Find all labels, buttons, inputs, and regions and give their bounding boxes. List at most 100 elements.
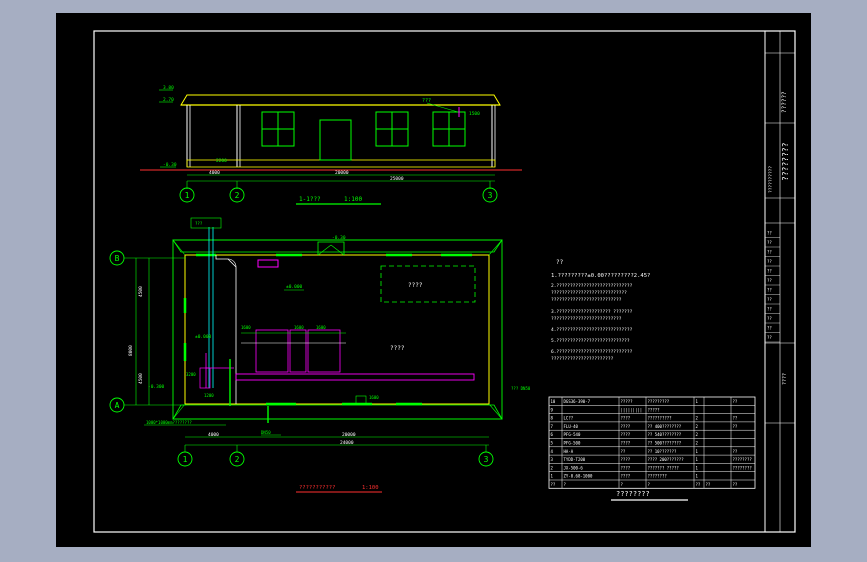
plan-small-tag: ±0.000 xyxy=(195,334,212,340)
table-cell: ???? 200??????? xyxy=(648,457,685,462)
equipment-table: 10 DGS36-390-7?????????????? 1 ?? 9 |||||||||… xyxy=(548,396,756,489)
elevation-dim: 4000 xyxy=(209,170,220,176)
plan-dim: 4000 xyxy=(208,432,219,438)
table-cell: ???????? xyxy=(733,465,753,470)
note-line: ??????????????????????? xyxy=(551,356,614,362)
table-cell: ||||||||| xyxy=(621,407,643,412)
cad-drawing: ??? 1500 3.80 2.70 -0.30 2200 4000 20000… xyxy=(93,30,796,533)
table-cell: 2 xyxy=(551,465,554,470)
elevation-plinth xyxy=(186,159,496,168)
plan-dashed-zone xyxy=(380,265,476,303)
note-line: 5.??????????????????????????? xyxy=(551,338,630,344)
table-cell: ?? xyxy=(621,449,626,454)
note-line: 2.???????????????????????????? xyxy=(551,283,633,289)
level-label: 2.70 xyxy=(163,97,174,103)
title-block-company: ?????? xyxy=(781,91,788,113)
elevation-window xyxy=(432,111,466,147)
table-cell: TYDD-T200 xyxy=(564,457,586,462)
table-cell: DGS36-390-7 xyxy=(564,399,591,404)
table-cell: ???? xyxy=(621,432,631,437)
plan-dim: 20000 xyxy=(342,432,356,438)
table-cell: ???? xyxy=(621,441,631,446)
plan-level: -0.300 xyxy=(148,384,165,390)
plan-side-note: 3200 xyxy=(186,372,196,377)
table-cell: ???? xyxy=(621,416,631,421)
elevation-title: 1-1??? xyxy=(299,196,321,203)
axis-label: 2 xyxy=(235,455,240,464)
table-cell: 6 xyxy=(551,432,554,437)
note-line: ???????????????????????????? xyxy=(551,290,627,296)
table-cell: 5 xyxy=(551,441,554,446)
title-block-cell: ?? xyxy=(767,278,772,283)
elevation-scale: 1:100 xyxy=(344,196,362,203)
plan-cabinet xyxy=(289,329,307,373)
table-cell: ???? xyxy=(621,465,631,470)
plan-equipment xyxy=(257,259,279,268)
table-title: ???????? xyxy=(616,490,650,498)
title-block: ???????????????????????? ?????? ????????… xyxy=(764,30,796,533)
table-cell: 8 xyxy=(551,416,554,421)
title-block-cell: ?? xyxy=(767,326,772,331)
table-cell: 1 xyxy=(551,474,554,479)
plan-title: ??????????? xyxy=(299,485,335,491)
table-cell: 1 xyxy=(696,474,699,479)
table-cell: ? xyxy=(564,482,567,487)
table-cell: 10 xyxy=(551,399,556,404)
cabinet-label: 1600 xyxy=(294,325,304,330)
elevation-door xyxy=(319,119,352,161)
cabinet-label: 1600 xyxy=(241,325,251,330)
level-label: -0.30 xyxy=(163,162,177,168)
elevation-dim: 20000 xyxy=(335,170,349,176)
title-block-cell: ?? xyxy=(767,250,772,255)
plan-scale: 1:100 xyxy=(362,485,379,491)
elevation-roof xyxy=(180,94,501,106)
room-main-label: ???? xyxy=(390,345,405,352)
axis-label: 1 xyxy=(185,191,190,200)
note-line: 1.?????????±0.00?????????2.45? xyxy=(551,273,650,279)
note-line: 4.???????????????????????????? xyxy=(551,327,633,333)
table-cell: HA-A xyxy=(564,449,574,454)
table-cell: 2 xyxy=(696,416,699,421)
note-line: ?????????????????????????? xyxy=(551,297,622,303)
elevation-dim: 25000 xyxy=(390,176,404,182)
table-cell: ?? xyxy=(551,482,556,487)
table-cell: 9 xyxy=(551,407,554,412)
plan-view: -0.30 ??? ???? ???? 1600 1600 1600 ±0.00… xyxy=(109,217,531,493)
table-cell: PFG-500 xyxy=(564,441,581,446)
plan-small-tag: 1600 xyxy=(369,395,379,400)
plan-dim: 24000 xyxy=(340,440,354,446)
table-cell: ?? 540???????? xyxy=(648,432,682,437)
title-block-drawing-no: ???? xyxy=(782,373,788,385)
table-cell: ??????? ????? xyxy=(648,465,680,470)
table-cell: ?? 10??????? xyxy=(648,449,677,454)
title-block-cell: ?? xyxy=(767,269,772,274)
table-cell: 2 xyxy=(696,424,699,429)
table-cell: ?? xyxy=(733,416,738,421)
table-cell: ?? xyxy=(733,449,738,454)
axis-label: 2 xyxy=(235,191,240,200)
plan-depth-dim: 4500 xyxy=(138,373,144,384)
table-cell: ?? 500???????? xyxy=(648,441,682,446)
elevation-window-tag: ??? xyxy=(422,98,431,104)
plan-bottom-note: 1000*1000mm???????? xyxy=(146,420,192,425)
cad-viewport[interactable]: ??? 1500 3.80 2.70 -0.30 2200 4000 20000… xyxy=(56,13,811,547)
title-block-cell: ?? xyxy=(767,288,772,293)
level-label: 3.80 xyxy=(163,85,174,91)
plan-outer-wall xyxy=(172,239,503,420)
table-cell: ?????????? xyxy=(648,416,673,421)
note-line: 3.???????????????????? ??????? xyxy=(551,309,633,315)
table-cell: 1 xyxy=(696,457,699,462)
drawing-frame xyxy=(93,30,796,533)
table-cell: ???? xyxy=(621,424,631,429)
plan-depth-dim: 8000 xyxy=(128,345,134,356)
table-cell: 1 xyxy=(696,449,699,454)
table-cell: 1 xyxy=(696,399,699,404)
elevation-window xyxy=(261,111,295,147)
plan-cable-trench xyxy=(235,373,475,381)
table-cell: ?? xyxy=(706,482,711,487)
row-label: A xyxy=(115,401,120,410)
title-block-cell: ?? xyxy=(767,307,772,312)
table-cell: JX-500-6 xyxy=(564,465,584,470)
table-cell: ????? xyxy=(621,399,634,404)
cabinet-label: 1600 xyxy=(316,325,326,330)
